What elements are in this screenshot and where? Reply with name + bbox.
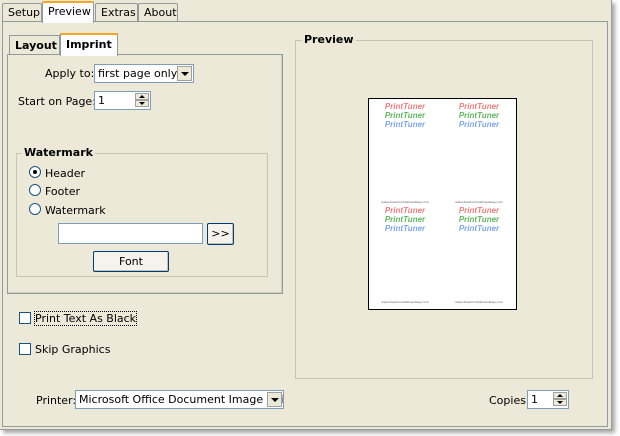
arrow-down-icon [557,401,563,404]
watermark-text-input[interactable] [58,223,203,244]
dialog-window: Setup Preview Extras About Layout Imprin… [0,0,612,430]
spin-up-button[interactable] [135,93,149,100]
apply-to-dropdown[interactable]: first page only [94,64,194,83]
watermark-line-green: PrintTuner [384,215,426,224]
radio-watermark-label: Watermark [45,204,106,217]
watermark-sample: PrintTuner PrintTuner PrintTuner [375,102,435,129]
radio-watermark[interactable] [29,203,41,215]
more-options-button[interactable]: >> [207,223,234,245]
page-url-text: www.dreamindustriesdewy.com [381,200,429,204]
radio-header-label: Header [45,167,86,180]
watermark-line-red: PrintTuner [458,206,500,215]
watermark-line-green: PrintTuner [458,111,500,120]
skip-graphics-checkbox[interactable] [19,343,31,355]
tab-imprint-label: Imprint [66,38,112,51]
page-url-text: www.dreamindustriesdewy.com [455,300,503,304]
spinner-buttons [135,93,149,108]
font-button[interactable]: Font [93,251,169,272]
preview-group-title: Preview [302,33,356,46]
chevron-down-icon [180,71,189,76]
copies-label: Copies: [489,394,530,407]
page-url-text: www.dreamindustriesdewy.com [455,200,503,204]
copies-value: 1 [531,393,538,406]
tab-extras-label: Extras [101,6,136,19]
dropdown-arrow[interactable] [267,392,282,407]
watermark-line-green: PrintTuner [384,111,426,120]
start-page-label: Start on Page: [18,95,96,108]
tab-setup[interactable]: Setup [2,3,42,22]
watermark-line-blue: PrintTuner [384,120,426,129]
watermark-sample: PrintTuner PrintTuner PrintTuner [449,102,509,129]
page-preview: PrintTuner PrintTuner PrintTuner PrintTu… [368,98,517,310]
watermark-line-red: PrintTuner [384,206,426,215]
watermark-line-green: PrintTuner [458,215,500,224]
chevron-down-icon [270,397,279,402]
watermark-line-blue: PrintTuner [458,224,500,233]
print-text-black-checkbox[interactable] [19,312,31,324]
dropdown-arrow[interactable] [177,66,192,81]
spin-down-button[interactable] [553,399,567,406]
watermark-sample: PrintTuner PrintTuner PrintTuner [375,206,435,233]
copies-spinner[interactable]: 1 [527,390,569,409]
printer-dropdown[interactable]: Microsoft Office Document Image Writer [75,390,284,409]
watermark-line-red: PrintTuner [458,102,500,111]
radio-footer-label: Footer [45,185,80,198]
apply-to-value: first page only [98,67,178,80]
watermark-line-red: PrintTuner [384,102,426,111]
start-page-spinner[interactable]: 1 [94,91,151,110]
more-options-label: >> [211,227,230,240]
tab-about[interactable]: About [138,3,178,22]
spinner-buttons [553,392,567,407]
spin-up-button[interactable] [553,392,567,399]
arrow-up-icon [557,394,563,397]
radio-footer[interactable] [29,184,41,196]
spin-down-button[interactable] [135,100,149,107]
start-page-value: 1 [98,94,105,107]
skip-graphics-label: Skip Graphics [35,343,111,356]
watermark-line-blue: PrintTuner [458,120,500,129]
arrow-up-icon [139,95,145,98]
printer-value: Microsoft Office Document Image Writer [79,393,284,406]
tab-imprint[interactable]: Imprint [60,33,118,56]
apply-to-label: Apply to: [45,67,95,80]
tab-preview[interactable]: Preview [42,1,94,23]
font-button-label: Font [119,255,143,268]
tab-preview-label: Preview [48,5,91,18]
watermark-sample: PrintTuner PrintTuner PrintTuner [449,206,509,233]
print-text-black-label: Print Text As Black [33,311,138,326]
tab-about-label: About [144,6,177,19]
tab-extras[interactable]: Extras [95,3,138,22]
printer-label: Printer: [36,394,77,407]
tab-layout-label: Layout [15,39,57,52]
watermark-line-blue: PrintTuner [384,224,426,233]
watermark-group-title: Watermark [22,146,95,159]
radio-header[interactable] [29,166,41,178]
page-url-text: www.dreamindustriesdewy.com [381,300,429,304]
arrow-down-icon [139,102,145,105]
tab-layout[interactable]: Layout [9,35,60,55]
tab-setup-label: Setup [8,6,41,19]
